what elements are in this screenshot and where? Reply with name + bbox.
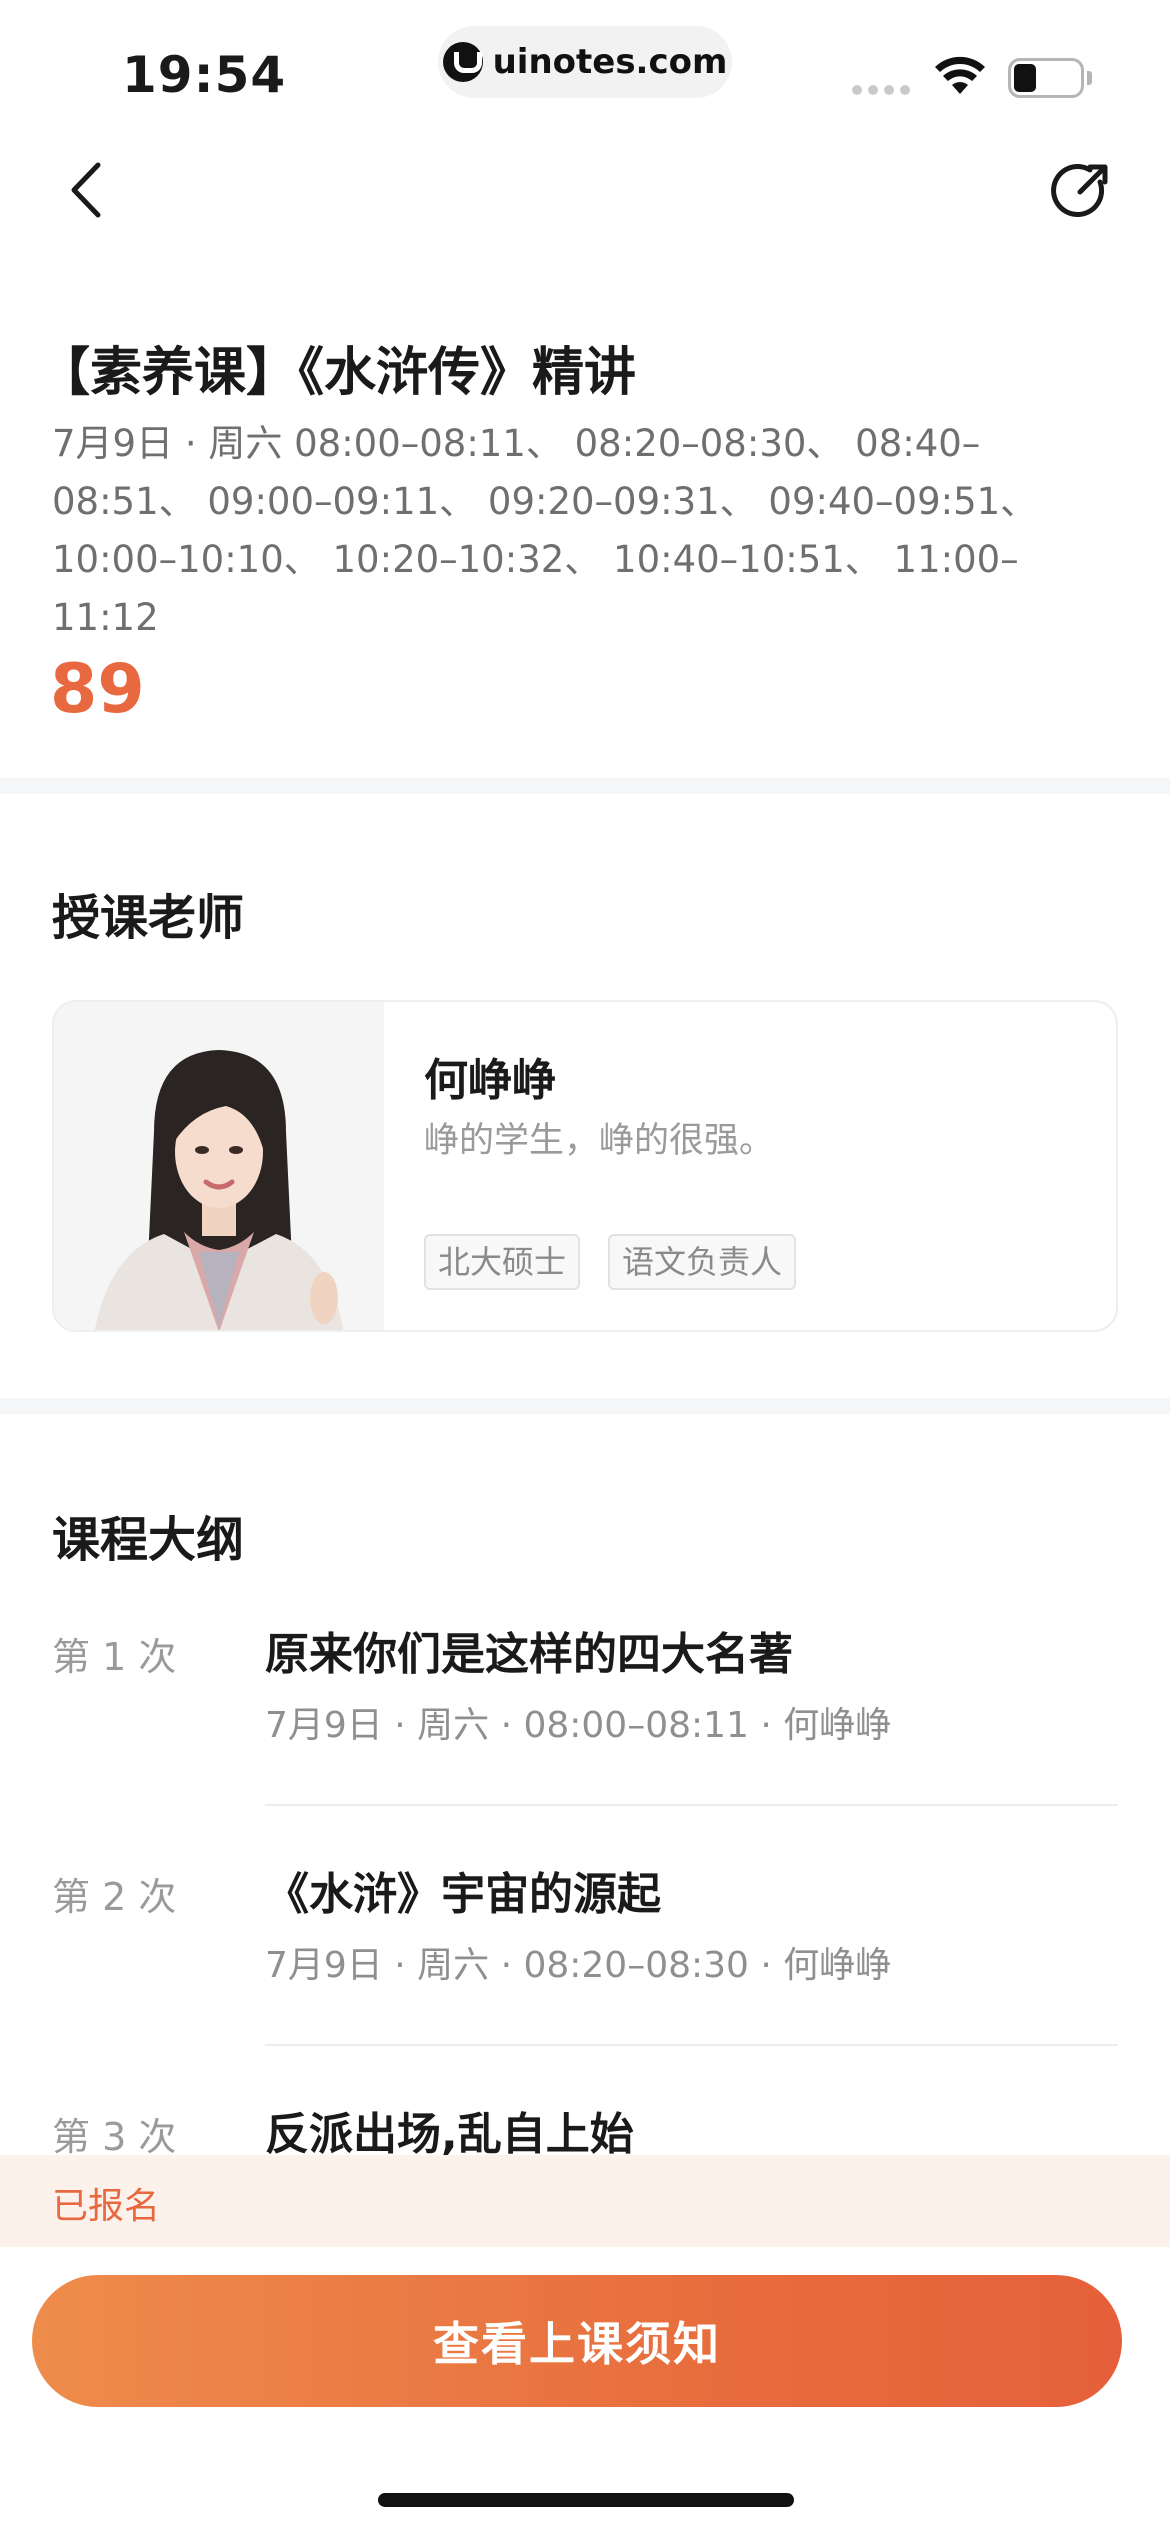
teacher-tag: 语文负责人 [608,1234,797,1290]
course-schedule: 7月9日 · 周六 08:00–08:11、 08:20–08:30、 08:4… [52,422,1038,639]
teacher-card[interactable]: 何峥峥 峥的学生，峥的很强。 北大硕士 语文负责人 [52,1000,1118,1332]
battery-icon [1008,58,1092,98]
bottom-action-area: 查看上课须知 [0,2247,1170,2532]
teacher-section-title: 授课老师 [52,890,245,946]
share-refresh-icon[interactable] [1050,160,1114,224]
enrolled-label: 已报名 [52,2186,161,2227]
lesson-index: 第 1 次 [52,1635,177,1679]
view-notice-button[interactable]: 查看上课须知 [32,2275,1122,2407]
status-time: 19:54 [122,46,287,104]
lesson-divider [265,1804,1118,1806]
wifi-icon [935,56,985,94]
section-divider [0,1398,1170,1414]
url-pill[interactable]: uinotes.com [438,26,732,98]
section-divider [0,778,1170,794]
home-indicator[interactable] [378,2493,794,2507]
teacher-name: 何峥峥 [424,1055,556,1106]
enrolled-status-bar: 已报名 [0,2155,1170,2247]
lesson-meta: 7月9日 · 周六 · 08:00–08:11 · 何峥峥 [265,1705,892,1746]
chevron-left-icon[interactable] [56,155,116,225]
teacher-tag: 北大硕士 [424,1234,581,1290]
lesson-meta: 7月9日 · 周六 · 08:20–08:30 · 何峥峥 [265,1945,892,1986]
status-bar: 19:54 uinotes.com [0,0,1170,120]
site-logo-icon [442,42,483,82]
course-title: 【素养课】《水浒传》精讲 [38,343,637,403]
url-text: uinotes.com [492,42,728,82]
teacher-bio: 峥的学生，峥的很强。 [424,1121,775,1161]
signal-icon [852,85,910,95]
teacher-avatar [54,1002,384,1330]
syllabus-section-title: 课程大纲 [52,1512,245,1568]
lesson-title: 原来你们是这样的四大名著 [265,1629,793,1680]
lesson-title: 反派出场,乱自上始 [265,2109,634,2160]
course-price: 89 [50,650,145,729]
lesson-index: 第 2 次 [52,1875,177,1919]
lesson-index: 第 3 次 [52,2115,177,2159]
lesson-divider [265,2044,1118,2046]
lesson-title: 《水浒》宇宙的源起 [265,1869,661,1920]
